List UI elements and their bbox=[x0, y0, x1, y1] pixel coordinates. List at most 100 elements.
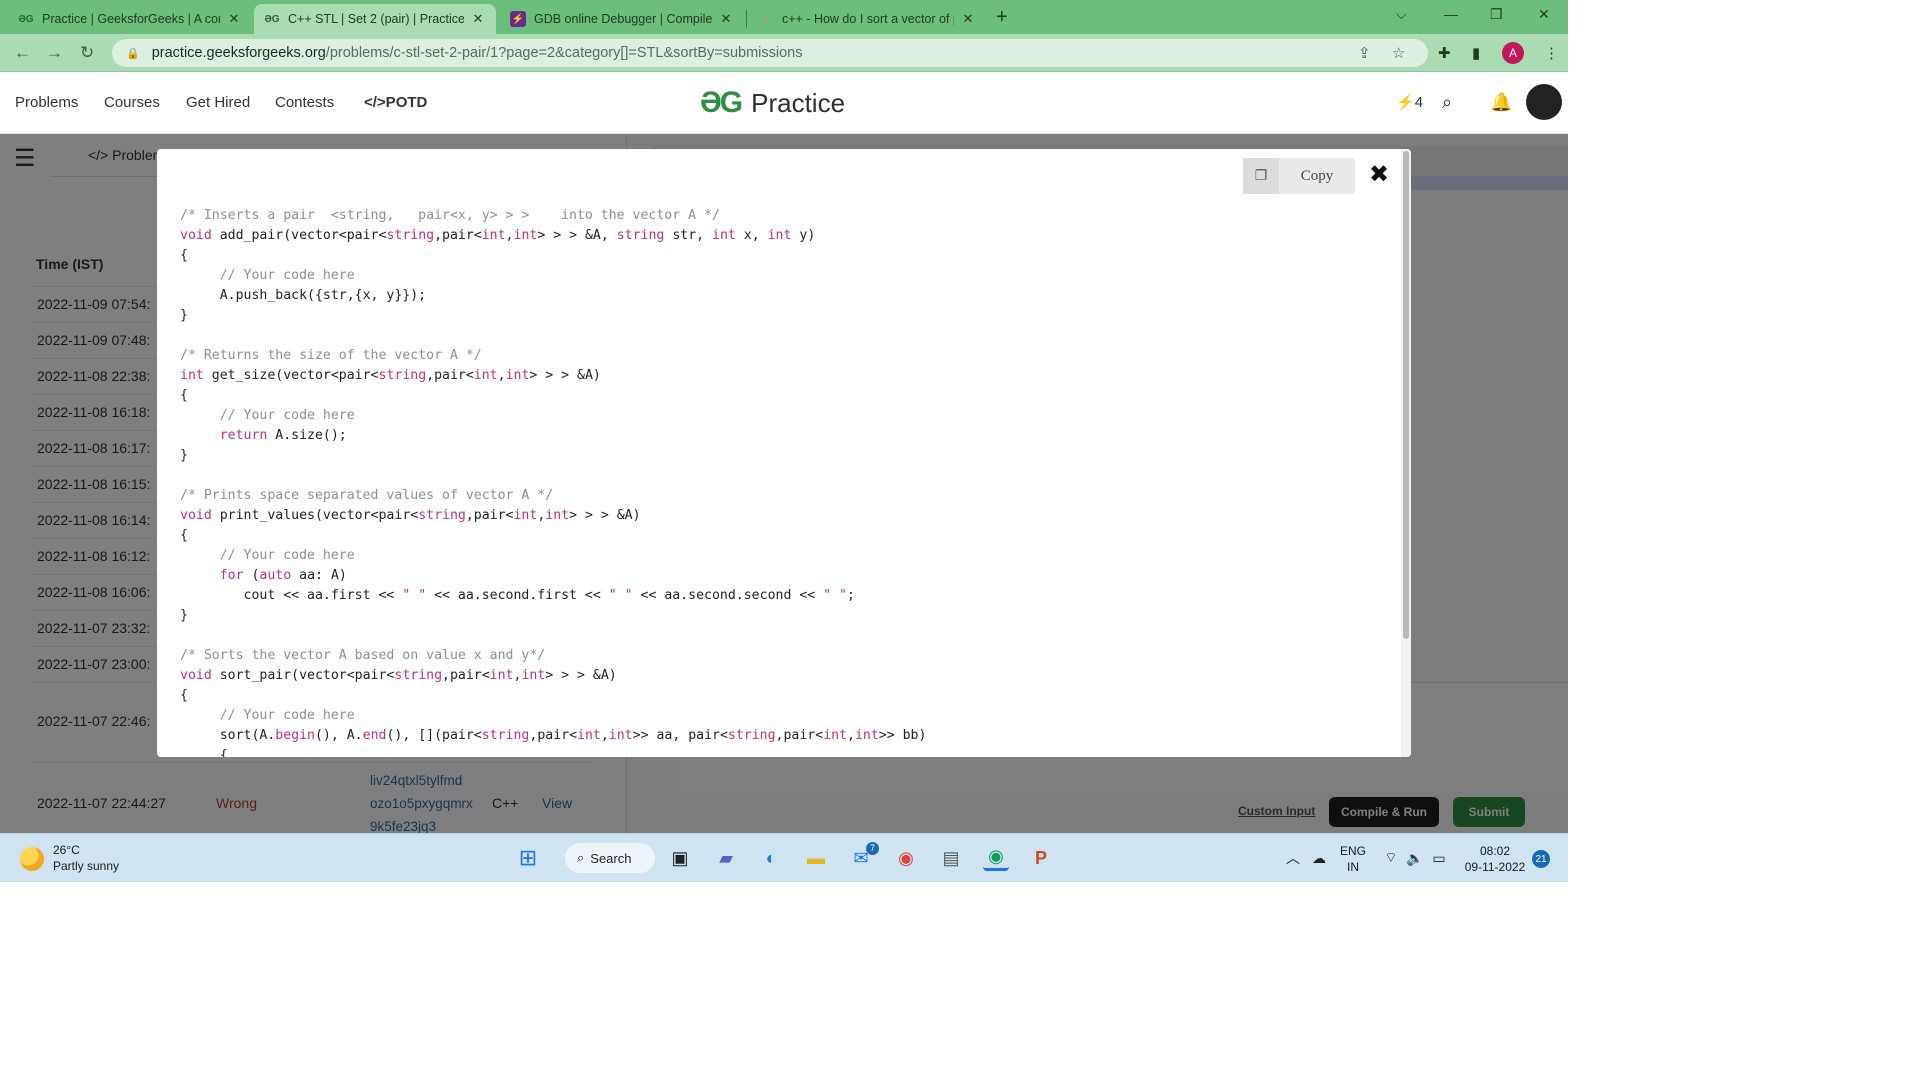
search-icon[interactable]: ⌕ bbox=[1442, 92, 1452, 113]
minimize-icon[interactable]: — bbox=[1444, 6, 1458, 22]
code-token: ,pair< bbox=[426, 368, 474, 383]
taskbar: 26°C Partly sunny ⊞ ⌕ Search ▣ ▰ ◐ ▬ ✉ 7… bbox=[0, 833, 1568, 882]
back-icon[interactable]: ← bbox=[14, 43, 31, 63]
tab-search-icon[interactable]: ⌵ bbox=[1396, 6, 1407, 23]
onedrive-icon[interactable]: ☁ bbox=[1306, 845, 1332, 871]
close-tab-icon[interactable]: ✕ bbox=[718, 11, 734, 27]
notification-badge[interactable]: 21 bbox=[1532, 850, 1550, 868]
language-indicator[interactable]: ENG IN bbox=[1336, 843, 1370, 875]
battery-icon[interactable]: ▭ bbox=[1426, 845, 1452, 871]
share-icon[interactable]: ⇪ bbox=[1358, 44, 1371, 62]
code-line: /* Returns the size of the vector A */ bbox=[180, 346, 1390, 366]
code-token: } bbox=[180, 448, 188, 463]
code-line: // Your code here bbox=[180, 406, 1390, 426]
nav-courses[interactable]: Courses bbox=[104, 94, 160, 111]
code-token: int bbox=[489, 668, 514, 683]
code-line: // Your code here bbox=[180, 706, 1390, 726]
nav-problems[interactable]: Problems bbox=[15, 94, 78, 111]
browser-menu-icon[interactable]: ⋮ bbox=[1544, 44, 1559, 62]
code-token: /* Prints space separated values of vect… bbox=[180, 488, 554, 503]
code-modal: ❐ Copy ✖ /* Inserts a pair <string, pair… bbox=[157, 149, 1411, 757]
clock-time: 08:02 bbox=[1479, 844, 1511, 858]
bookmark-star-icon[interactable]: ☆ bbox=[1392, 44, 1405, 62]
windows-start-icon[interactable]: ⊞ bbox=[515, 845, 541, 871]
code-token: << aa.second.first << bbox=[426, 588, 609, 603]
scrollbar-thumb[interactable] bbox=[1403, 151, 1409, 639]
copy-button[interactable]: ❐ Copy bbox=[1243, 158, 1355, 194]
user-avatar[interactable] bbox=[1526, 84, 1562, 120]
browser-tab-bar: ƏG Practice | GeeksforGeeks | A com ✕ ƏG… bbox=[0, 0, 1568, 34]
code-line: { bbox=[180, 746, 1390, 757]
nav-get-hired[interactable]: Get Hired bbox=[186, 94, 250, 111]
profile-avatar[interactable]: A bbox=[1502, 42, 1524, 64]
task-view-icon[interactable]: ▣ bbox=[667, 845, 693, 871]
code-token: " " bbox=[823, 588, 847, 603]
code-line: // Your code here bbox=[180, 546, 1390, 566]
browser-tab-active[interactable]: ƏG C++ STL | Set 2 (pair) | Practice | G… bbox=[254, 4, 496, 34]
code-line: { bbox=[180, 246, 1390, 266]
clock-date: 09-11-2022 bbox=[1464, 860, 1526, 874]
code-token: { bbox=[180, 388, 188, 403]
side-panel-icon[interactable]: ▮ bbox=[1472, 44, 1480, 62]
nav-potd[interactable]: </>POTD bbox=[364, 94, 427, 111]
lang-bottom: IN bbox=[1347, 860, 1359, 874]
forward-icon[interactable]: → bbox=[46, 43, 63, 63]
weather-icon[interactable] bbox=[20, 847, 44, 871]
browser-tab[interactable]: ⚡ GDB online Debugger | Compiler ✕ bbox=[500, 4, 744, 34]
browser-tab[interactable]: ƏG Practice | GeeksforGeeks | A com ✕ bbox=[8, 4, 252, 34]
volume-icon[interactable]: 🔈 bbox=[1402, 845, 1428, 871]
file-explorer-icon[interactable]: ▬ bbox=[803, 845, 829, 871]
chrome-profile-icon[interactable]: ◉ bbox=[983, 845, 1009, 871]
reload-icon[interactable]: ↻ bbox=[80, 43, 94, 63]
powerpoint-icon[interactable]: P bbox=[1028, 845, 1054, 871]
code-line: /* Inserts a pair <string, pair<x, y> > … bbox=[180, 206, 1390, 226]
close-tab-icon[interactable]: ✕ bbox=[470, 11, 486, 27]
edge-icon[interactable]: ◐ bbox=[758, 845, 784, 871]
close-tab-icon[interactable]: ✕ bbox=[960, 11, 976, 27]
chevron-up-icon[interactable]: ︿ bbox=[1280, 845, 1306, 871]
code-line: { bbox=[180, 526, 1390, 546]
url-field[interactable]: 🔒 practice.geeksforgeeks.org /problems/c… bbox=[112, 39, 1428, 67]
code-line: void add_pair(vector<pair<string,pair<in… bbox=[180, 226, 1390, 246]
tab-title: c++ - How do I sort a vector of p bbox=[782, 12, 954, 26]
code-token: // Your code here bbox=[219, 408, 355, 423]
code-token: string bbox=[481, 728, 530, 743]
search-icon: ⌕ bbox=[577, 850, 585, 865]
code-token: A.size(); bbox=[267, 428, 347, 443]
wifi-icon[interactable]: ⌔ bbox=[1378, 845, 1404, 871]
nav-contests[interactable]: Contests bbox=[275, 94, 334, 111]
browser-tab[interactable]: ◔ c++ - How do I sort a vector of p ✕ bbox=[748, 4, 986, 34]
url-host: practice.geeksforgeeks.org bbox=[151, 45, 326, 61]
clock[interactable]: 08:02 09-11-2022 bbox=[1460, 843, 1530, 875]
lang-top: ENG bbox=[1339, 844, 1366, 858]
code-token: int bbox=[545, 508, 570, 523]
code-token: // Your code here bbox=[219, 708, 355, 723]
brand-logo[interactable]: ƏG Practice bbox=[700, 86, 845, 120]
paint-icon[interactable]: ▤ bbox=[938, 845, 964, 871]
new-tab-icon[interactable]: + bbox=[996, 6, 1008, 29]
close-tab-icon[interactable]: ✕ bbox=[226, 11, 242, 27]
code-token: void bbox=[180, 228, 212, 243]
chrome-icon[interactable]: ◉ bbox=[893, 845, 919, 871]
bell-icon[interactable]: 🔔 bbox=[1490, 92, 1512, 113]
code-line: // Your code here bbox=[180, 266, 1390, 286]
code-token: string bbox=[386, 228, 435, 243]
code-line: return A.size(); bbox=[180, 426, 1390, 446]
teams-chat-icon[interactable]: ▰ bbox=[713, 845, 739, 871]
scrollbar[interactable] bbox=[1401, 149, 1411, 757]
code-token: string bbox=[394, 668, 443, 683]
extensions-icon[interactable]: ✚ bbox=[1438, 44, 1451, 62]
code-token: string bbox=[378, 368, 427, 383]
close-icon[interactable]: ✖ bbox=[1367, 161, 1391, 189]
weather-widget[interactable]: 26°C Partly sunny bbox=[53, 842, 119, 874]
code-line: /* Prints space separated values of vect… bbox=[180, 486, 1390, 506]
streak-counter[interactable]: ⚡4 bbox=[1396, 93, 1423, 111]
code-token: int bbox=[521, 668, 546, 683]
taskbar-search[interactable]: ⌕ Search bbox=[565, 843, 655, 873]
close-window-icon[interactable]: ✕ bbox=[1538, 6, 1550, 23]
code-line: A.push_back({str,{x, y}}); bbox=[180, 286, 1390, 306]
code-token: , bbox=[497, 368, 506, 383]
restore-icon[interactable]: ❐ bbox=[1490, 6, 1503, 23]
